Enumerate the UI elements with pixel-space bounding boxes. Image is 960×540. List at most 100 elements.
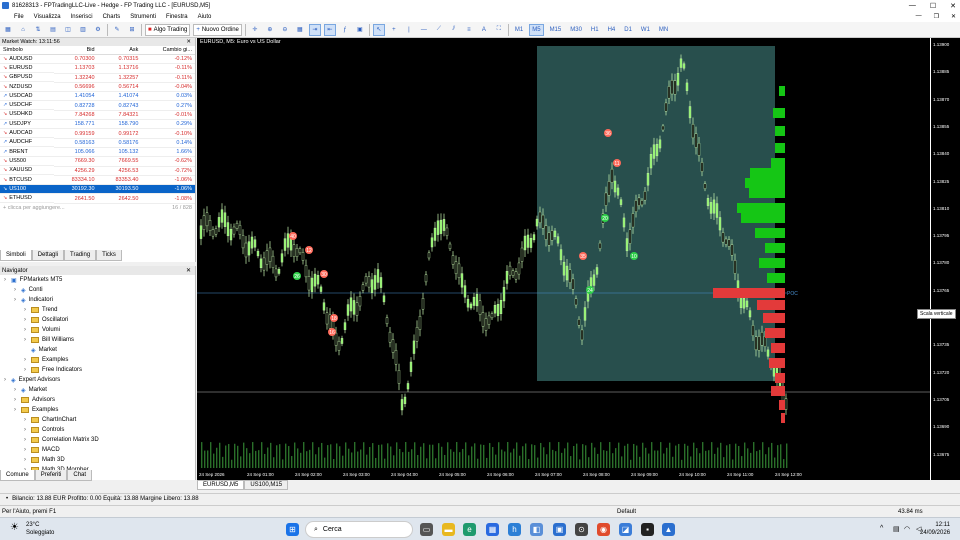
col-ask[interactable]: Ask bbox=[97, 46, 142, 55]
maximize-icon[interactable]: ☐ bbox=[930, 2, 936, 10]
terminal-icon[interactable]: ▥ bbox=[77, 24, 89, 36]
chevron-icon[interactable]: › bbox=[12, 297, 18, 303]
chevron-icon[interactable]: › bbox=[2, 377, 8, 383]
navigator-item[interactable]: › Bill Williams bbox=[0, 335, 195, 345]
store-icon[interactable]: ▦ bbox=[486, 523, 499, 536]
tester-icon[interactable]: ⚙ bbox=[92, 24, 104, 36]
market-watch-row[interactable]: ↘ BTCUSD 83334.10 83353.40 -1.06% bbox=[0, 175, 195, 186]
navigator-item[interactable]: › Volumi bbox=[0, 325, 195, 335]
price-axis[interactable]: 1.13900 1.13885 1.13870 1.13855 1.13840 1.138… bbox=[930, 38, 960, 484]
wifi-icon[interactable]: ◠ bbox=[904, 525, 910, 533]
navigator-item[interactable]: › ▣ FPMarkets MT5 bbox=[0, 275, 195, 285]
navigator-item[interactable]: ◈ Market bbox=[0, 345, 195, 355]
marketplace-icon[interactable]: ⊞ bbox=[126, 24, 138, 36]
navigator-item[interactable]: › ◈ Conti bbox=[0, 285, 195, 295]
market-watch-row[interactable]: ↗ USDCAD 1.41054 1.41074 0.03% bbox=[0, 91, 195, 102]
col-symbol[interactable]: Simbolo bbox=[0, 46, 54, 55]
chevron-icon[interactable]: › bbox=[22, 437, 28, 443]
tab-chat[interactable]: Chat bbox=[67, 470, 93, 481]
navigator-item[interactable]: › Examples bbox=[0, 405, 195, 415]
tab-favorites[interactable]: Preferiti bbox=[34, 470, 68, 481]
market-watch-row[interactable]: ↗ BRENT 105.066 105.132 1.66% bbox=[0, 147, 195, 158]
menu-tools[interactable]: Strumenti bbox=[130, 14, 156, 20]
indicators-icon[interactable]: ƒ bbox=[339, 24, 351, 36]
autoscroll-icon[interactable]: ⇤ bbox=[323, 23, 336, 36]
trendline-icon[interactable]: ⟋ bbox=[433, 24, 445, 36]
navigator-item[interactable]: › ChartInChart bbox=[0, 415, 195, 425]
cross-icon[interactable]: + bbox=[388, 24, 400, 36]
navigator-item[interactable]: › Math 3D bbox=[0, 455, 195, 465]
cursor-icon[interactable]: ↖ bbox=[372, 23, 385, 36]
profile-name[interactable]: Default bbox=[617, 509, 636, 515]
metatrader-icon[interactable]: ▲ bbox=[662, 523, 675, 536]
chevron-icon[interactable]: › bbox=[22, 357, 28, 363]
chevron-icon[interactable]: › bbox=[22, 327, 28, 333]
menu-file[interactable]: File bbox=[14, 14, 24, 20]
child-restore-icon[interactable]: ❐ bbox=[934, 13, 939, 20]
tf-w1[interactable]: W1 bbox=[638, 24, 653, 36]
col-bid[interactable]: Bid bbox=[53, 46, 98, 55]
market-watch-row[interactable]: ↗ USDJPY 158.771 158.790 0.29% bbox=[0, 119, 195, 130]
chart-shift-icon[interactable]: ⇥ bbox=[308, 23, 321, 36]
market-watch-row[interactable]: ↗ AUDCHF 0.58163 0.58176 0.14% bbox=[0, 138, 195, 148]
chevron-icon[interactable]: › bbox=[12, 387, 18, 393]
tab-ticks[interactable]: Ticks bbox=[96, 250, 122, 261]
chrome-icon[interactable]: ◉ bbox=[597, 523, 610, 536]
vertical-scale-button[interactable]: Scala verticale bbox=[917, 309, 956, 319]
chart-tab-eurusd[interactable]: EURUSD,M5 bbox=[197, 480, 245, 490]
fibonacci-icon[interactable]: ≡ bbox=[463, 24, 475, 36]
market-watch-row[interactable]: ↗ USDCHF 0.82728 0.82743 0.27% bbox=[0, 100, 195, 111]
minimize-icon[interactable]: — bbox=[909, 2, 916, 9]
add-symbol-row[interactable]: + clicca per aggiungere... 16 / 828 bbox=[0, 204, 195, 212]
chart-tab-us100[interactable]: US100,M15 bbox=[244, 480, 289, 490]
menu-window[interactable]: Finestra bbox=[166, 14, 188, 20]
chevron-icon[interactable]: › bbox=[12, 287, 18, 293]
chevron-icon[interactable]: › bbox=[22, 457, 28, 463]
navigator-item[interactable]: › Advisors bbox=[0, 395, 195, 405]
app-icon-dark[interactable]: ⊙ bbox=[575, 523, 588, 536]
navigator-item[interactable]: › ◈ Indicatori bbox=[0, 295, 195, 305]
navigator-item[interactable]: › Correlation Matrix 3D bbox=[0, 435, 195, 445]
navigator-item[interactable]: › Free Indicators bbox=[0, 365, 195, 375]
metaeditor-icon[interactable]: ✎ bbox=[111, 24, 123, 36]
text-icon[interactable]: A bbox=[478, 24, 490, 36]
market-watch-row[interactable]: ↘ AUDUSD 0.70300 0.70315 -0.12% bbox=[0, 54, 195, 65]
chevron-icon[interactable]: › bbox=[22, 337, 28, 343]
navigator-item[interactable]: › Controls bbox=[0, 425, 195, 435]
navigator-item[interactable]: › ◈ Market bbox=[0, 385, 195, 395]
menu-charts[interactable]: Charts bbox=[103, 14, 121, 20]
clock-time[interactable]: 12:11 bbox=[930, 522, 950, 528]
navigator-item[interactable]: › MACD bbox=[0, 445, 195, 455]
tab-details[interactable]: Dettagli bbox=[31, 250, 65, 261]
navigator-close-icon[interactable]: ✕ bbox=[186, 267, 191, 274]
tile-windows-icon[interactable]: ▦ bbox=[294, 24, 306, 36]
close-icon[interactable]: ✕ bbox=[950, 2, 956, 10]
tray-chevron-icon[interactable]: ^ bbox=[880, 525, 883, 532]
edge-icon[interactable]: e bbox=[463, 523, 476, 536]
tf-h1[interactable]: H1 bbox=[588, 24, 602, 36]
tab-trading[interactable]: Trading bbox=[64, 250, 97, 261]
algo-trading-button[interactable]: ■ Algo Trading bbox=[145, 23, 191, 36]
task-view-icon[interactable]: ▭ bbox=[420, 523, 433, 536]
chevron-icon[interactable]: › bbox=[12, 407, 18, 413]
shapes-icon[interactable]: ⛶ bbox=[493, 24, 505, 36]
new-order-button[interactable]: + Nuovo Ordine bbox=[193, 23, 242, 36]
chevron-icon[interactable]: › bbox=[22, 427, 28, 433]
tf-m5[interactable]: M5 bbox=[529, 23, 544, 36]
chevron-icon[interactable]: › bbox=[22, 307, 28, 313]
weather-icon[interactable]: ☀ bbox=[10, 522, 19, 533]
market-watch-icon[interactable]: ⇅ bbox=[32, 24, 44, 36]
tf-m15[interactable]: M15 bbox=[547, 24, 565, 36]
taskbar-search[interactable]: ⌕ Cerca bbox=[305, 521, 413, 538]
horizontal-line-icon[interactable]: — bbox=[418, 24, 430, 36]
market-watch-row[interactable]: ↘ ETHUSD 2641.50 2642.50 -1.08% bbox=[0, 193, 195, 204]
tab-symbols[interactable]: Simboli bbox=[0, 250, 32, 261]
chart-area[interactable]: 40 12 30 26 16 18 20 11 10 36 24 35 POC 24 Sep 2026 24… bbox=[197, 38, 930, 480]
navigator-item[interactable]: › Trend bbox=[0, 305, 195, 315]
menu-insert[interactable]: Inserisci bbox=[71, 14, 93, 20]
zoom-in-icon[interactable]: ⊕ bbox=[264, 24, 276, 36]
tf-d1[interactable]: D1 bbox=[621, 24, 635, 36]
child-minimize-icon[interactable]: — bbox=[916, 13, 922, 20]
market-watch-row[interactable]: ↘ USDHKD 7.84268 7.84321 -0.01% bbox=[0, 110, 195, 121]
templates-icon[interactable]: ▣ bbox=[354, 24, 366, 36]
